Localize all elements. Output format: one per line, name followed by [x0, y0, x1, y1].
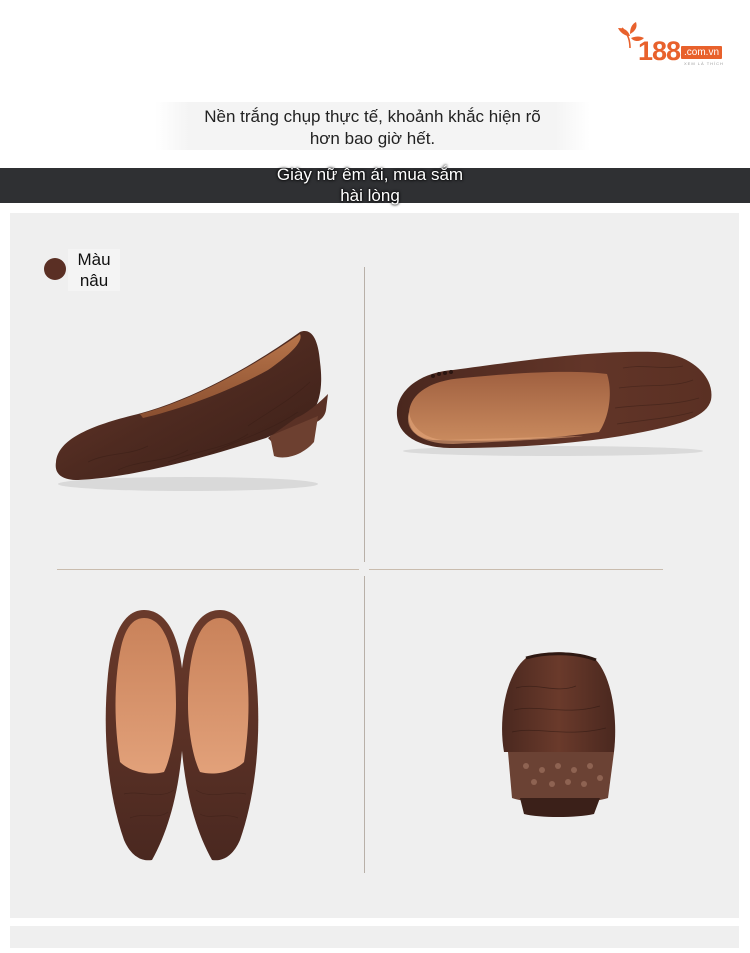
color-swatch[interactable] — [44, 258, 66, 280]
caption-line-2: hơn bao giờ hết. — [309, 129, 436, 148]
horizontal-divider-left — [57, 569, 359, 570]
logo-domain: .com.vn — [681, 46, 723, 59]
shoe-side-view-image — [55, 331, 328, 491]
shoe-top-view-image — [105, 610, 259, 861]
photo-caption: Nền trắng chụp thực tế, khoảnh khắc hiện… — [155, 102, 590, 150]
logo-number: 188 — [638, 36, 681, 66]
caption-text: Nền trắng chụp thực tế, khoảnh khắc hiện… — [155, 106, 590, 150]
bottom-strip — [10, 926, 739, 948]
site-logo[interactable]: 188 .com.vn XEM LÀ THÍCH — [618, 22, 733, 70]
banner-line-1: Giày nữ êm ái, mua sắm — [276, 165, 464, 184]
horizontal-divider-right — [369, 569, 663, 570]
color-name-line-1: Màu — [77, 250, 111, 269]
logo-tagline: XEM LÀ THÍCH — [684, 61, 724, 66]
vertical-divider-top — [364, 267, 365, 562]
banner-line-2: hài lòng — [340, 186, 400, 205]
shoe-back-view-image — [502, 652, 616, 817]
vertical-divider-bottom — [364, 576, 365, 873]
shoe-inner-view-image — [396, 351, 712, 456]
caption-line-1: Nền trắng chụp thực tế, khoảnh khắc hiện… — [204, 107, 541, 126]
color-name-label: Màu nâu — [68, 249, 120, 291]
color-name-line-2: nâu — [79, 271, 109, 290]
banner-title: Giày nữ êm ái, mua sắm hài lòng — [240, 164, 500, 206]
